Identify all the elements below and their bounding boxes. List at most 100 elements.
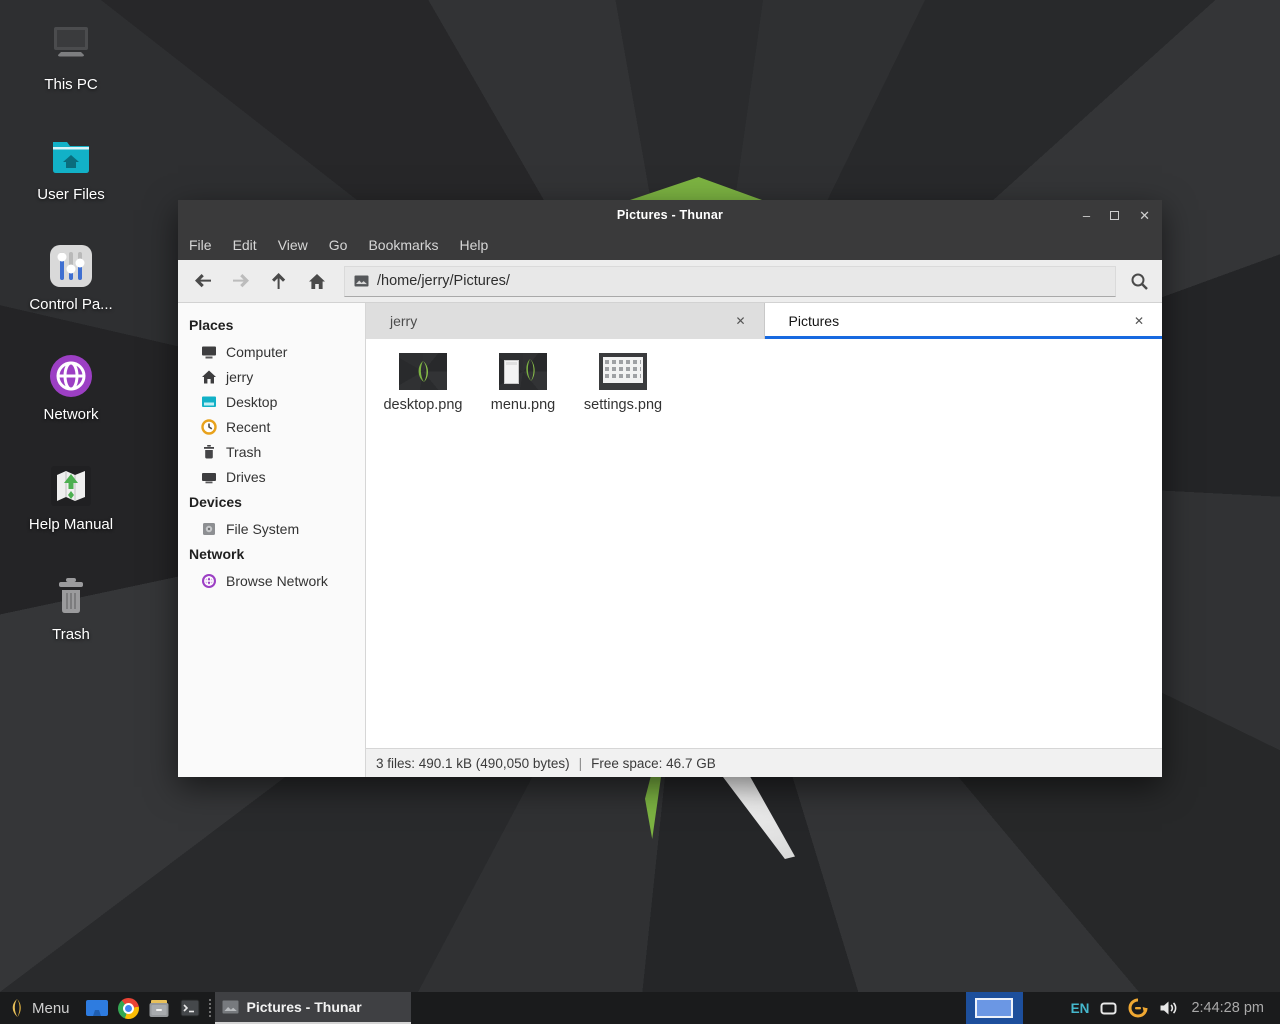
home-icon <box>308 273 326 290</box>
pathbar[interactable]: /home/jerry/Pictures/ <box>344 266 1116 297</box>
file-manager-icon <box>85 999 109 1017</box>
tab-pictures[interactable]: Pictures ✕ <box>765 303 1163 339</box>
filesystem-icon <box>201 521 217 537</box>
desktop-icon-this-pc[interactable]: This PC <box>12 22 130 93</box>
task-title: Pictures - Thunar <box>247 999 362 1015</box>
up-button[interactable] <box>260 264 298 298</box>
desktop-icon-network[interactable]: Network <box>12 352 130 423</box>
workspace-switcher[interactable] <box>966 992 1023 1024</box>
sidebar-item-drives[interactable]: Drives <box>178 464 365 489</box>
system-tray: EN 2:44:28 pm <box>1071 998 1280 1018</box>
menu-panel-glyph <box>504 360 519 384</box>
file-manager-launcher[interactable] <box>82 992 113 1024</box>
close-icon[interactable]: ✕ <box>1139 209 1150 222</box>
chrome-launcher[interactable] <box>113 992 144 1024</box>
window-titlebar[interactable]: Pictures - Thunar – ✕ <box>178 200 1162 230</box>
maximize-icon[interactable] <box>1110 211 1119 220</box>
desktop-icon-user-files[interactable]: User Files <box>12 132 130 203</box>
menu-edit[interactable]: Edit <box>233 237 257 253</box>
terminal-launcher[interactable] <box>175 992 206 1024</box>
sidebar-item-trash[interactable]: Trash <box>178 439 365 464</box>
sidebar-item-computer[interactable]: Computer <box>178 339 365 364</box>
tab-bar: jerry ✕ Pictures ✕ <box>366 303 1162 339</box>
settings-window-glyph <box>603 357 643 383</box>
sidebar-item-browse-network[interactable]: Browse Network <box>178 568 365 593</box>
file-settings-png[interactable]: settings.png <box>573 347 673 413</box>
applications-menu-button[interactable]: Menu <box>0 992 82 1024</box>
sidebar-header-devices: Devices <box>178 489 365 516</box>
home-button[interactable] <box>298 264 336 298</box>
file-name: settings.png <box>573 397 673 413</box>
taskbar: Menu Pictures - Thunar <box>0 992 1280 1024</box>
clock[interactable]: 2:44:28 pm <box>1189 1000 1270 1016</box>
help-manual-icon <box>47 462 95 510</box>
terminal-icon <box>180 999 200 1017</box>
computer-icon <box>47 22 95 70</box>
minimize-icon[interactable]: – <box>1083 209 1090 222</box>
drives-icon <box>201 469 217 485</box>
taskbar-task-pictures-thunar[interactable]: Pictures - Thunar <box>215 992 411 1024</box>
distro-menu-icon <box>9 998 23 1018</box>
menu-file[interactable]: File <box>189 237 212 253</box>
menu-go[interactable]: Go <box>329 237 348 253</box>
sidebar-item-jerry[interactable]: jerry <box>178 364 365 389</box>
tasklist-handle[interactable] <box>209 999 211 1017</box>
file-view[interactable]: desktop.png menu.png <box>366 339 1162 748</box>
tab-close-icon[interactable]: ✕ <box>1130 312 1148 330</box>
desktop-icon-control-panel[interactable]: Control Pa... <box>12 242 130 313</box>
recent-clock-icon <box>201 419 217 435</box>
forward-button[interactable] <box>222 264 260 298</box>
home-icon <box>201 369 217 385</box>
archive-manager-launcher[interactable] <box>144 992 175 1024</box>
sidebar-item-recent[interactable]: Recent <box>178 414 365 439</box>
sidebar-item-label: Computer <box>226 344 287 360</box>
user-files-folder-icon <box>47 132 95 180</box>
path-text: /home/jerry/Pictures/ <box>377 273 510 289</box>
picture-icon <box>222 1000 239 1014</box>
file-menu-png[interactable]: menu.png <box>473 347 573 413</box>
workspace-1[interactable] <box>975 998 1013 1018</box>
trash-icon <box>201 444 217 460</box>
sidebar-item-label: Trash <box>226 444 261 460</box>
sidebar-item-label: Browse Network <box>226 573 328 589</box>
desktop-icon-help-manual[interactable]: Help Manual <box>12 462 130 533</box>
menu-bookmarks[interactable]: Bookmarks <box>368 237 438 253</box>
sidebar-header-places: Places <box>178 312 365 339</box>
network-globe-icon <box>47 352 95 400</box>
sidebar-item-file-system[interactable]: File System <box>178 516 365 541</box>
picture-icon <box>354 275 369 287</box>
statusbar: 3 files: 490.1 kB (490,050 bytes) | Free… <box>366 748 1162 777</box>
display-tray-icon[interactable] <box>1100 1002 1117 1015</box>
file-desktop-png[interactable]: desktop.png <box>373 347 473 413</box>
menu-view[interactable]: View <box>278 237 308 253</box>
sidebar-item-label: Desktop <box>226 394 277 410</box>
tab-close-icon[interactable]: ✕ <box>731 312 749 330</box>
file-name: menu.png <box>473 397 573 413</box>
sidebar-item-label: Drives <box>226 469 266 485</box>
update-notifier-icon[interactable] <box>1128 998 1148 1018</box>
green-logo-glyph <box>520 357 540 385</box>
search-button[interactable] <box>1118 264 1160 298</box>
back-button[interactable] <box>184 264 222 298</box>
green-logo-glyph <box>399 353 447 390</box>
sidebar-item-label: File System <box>226 521 299 537</box>
desktop-icon-label: This PC <box>12 76 130 93</box>
control-panel-icon <box>47 242 95 290</box>
sidebar-item-desktop[interactable]: Desktop <box>178 389 365 414</box>
files-summary: 3 files: 490.1 kB (490,050 bytes) <box>376 756 570 771</box>
tab-jerry[interactable]: jerry ✕ <box>366 303 765 339</box>
volume-icon[interactable] <box>1159 1000 1178 1016</box>
menu-button-label: Menu <box>32 1000 70 1017</box>
desktop-icon-label: Help Manual <box>12 516 130 533</box>
menu-help[interactable]: Help <box>460 237 489 253</box>
thumbnail-settings-png <box>599 353 647 390</box>
places-sidebar: Places Computer jerry Desktop <box>178 303 366 777</box>
chrome-icon <box>118 998 139 1019</box>
keyboard-layout-indicator[interactable]: EN <box>1071 1001 1090 1016</box>
desktop-icon-trash[interactable]: Trash <box>12 572 130 643</box>
statusbar-separator: | <box>579 756 583 771</box>
sidebar-header-network: Network <box>178 541 365 568</box>
tab-label: Pictures <box>789 313 1130 329</box>
menubar: File Edit View Go Bookmarks Help <box>178 230 1162 260</box>
sidebar-item-label: Recent <box>226 419 270 435</box>
